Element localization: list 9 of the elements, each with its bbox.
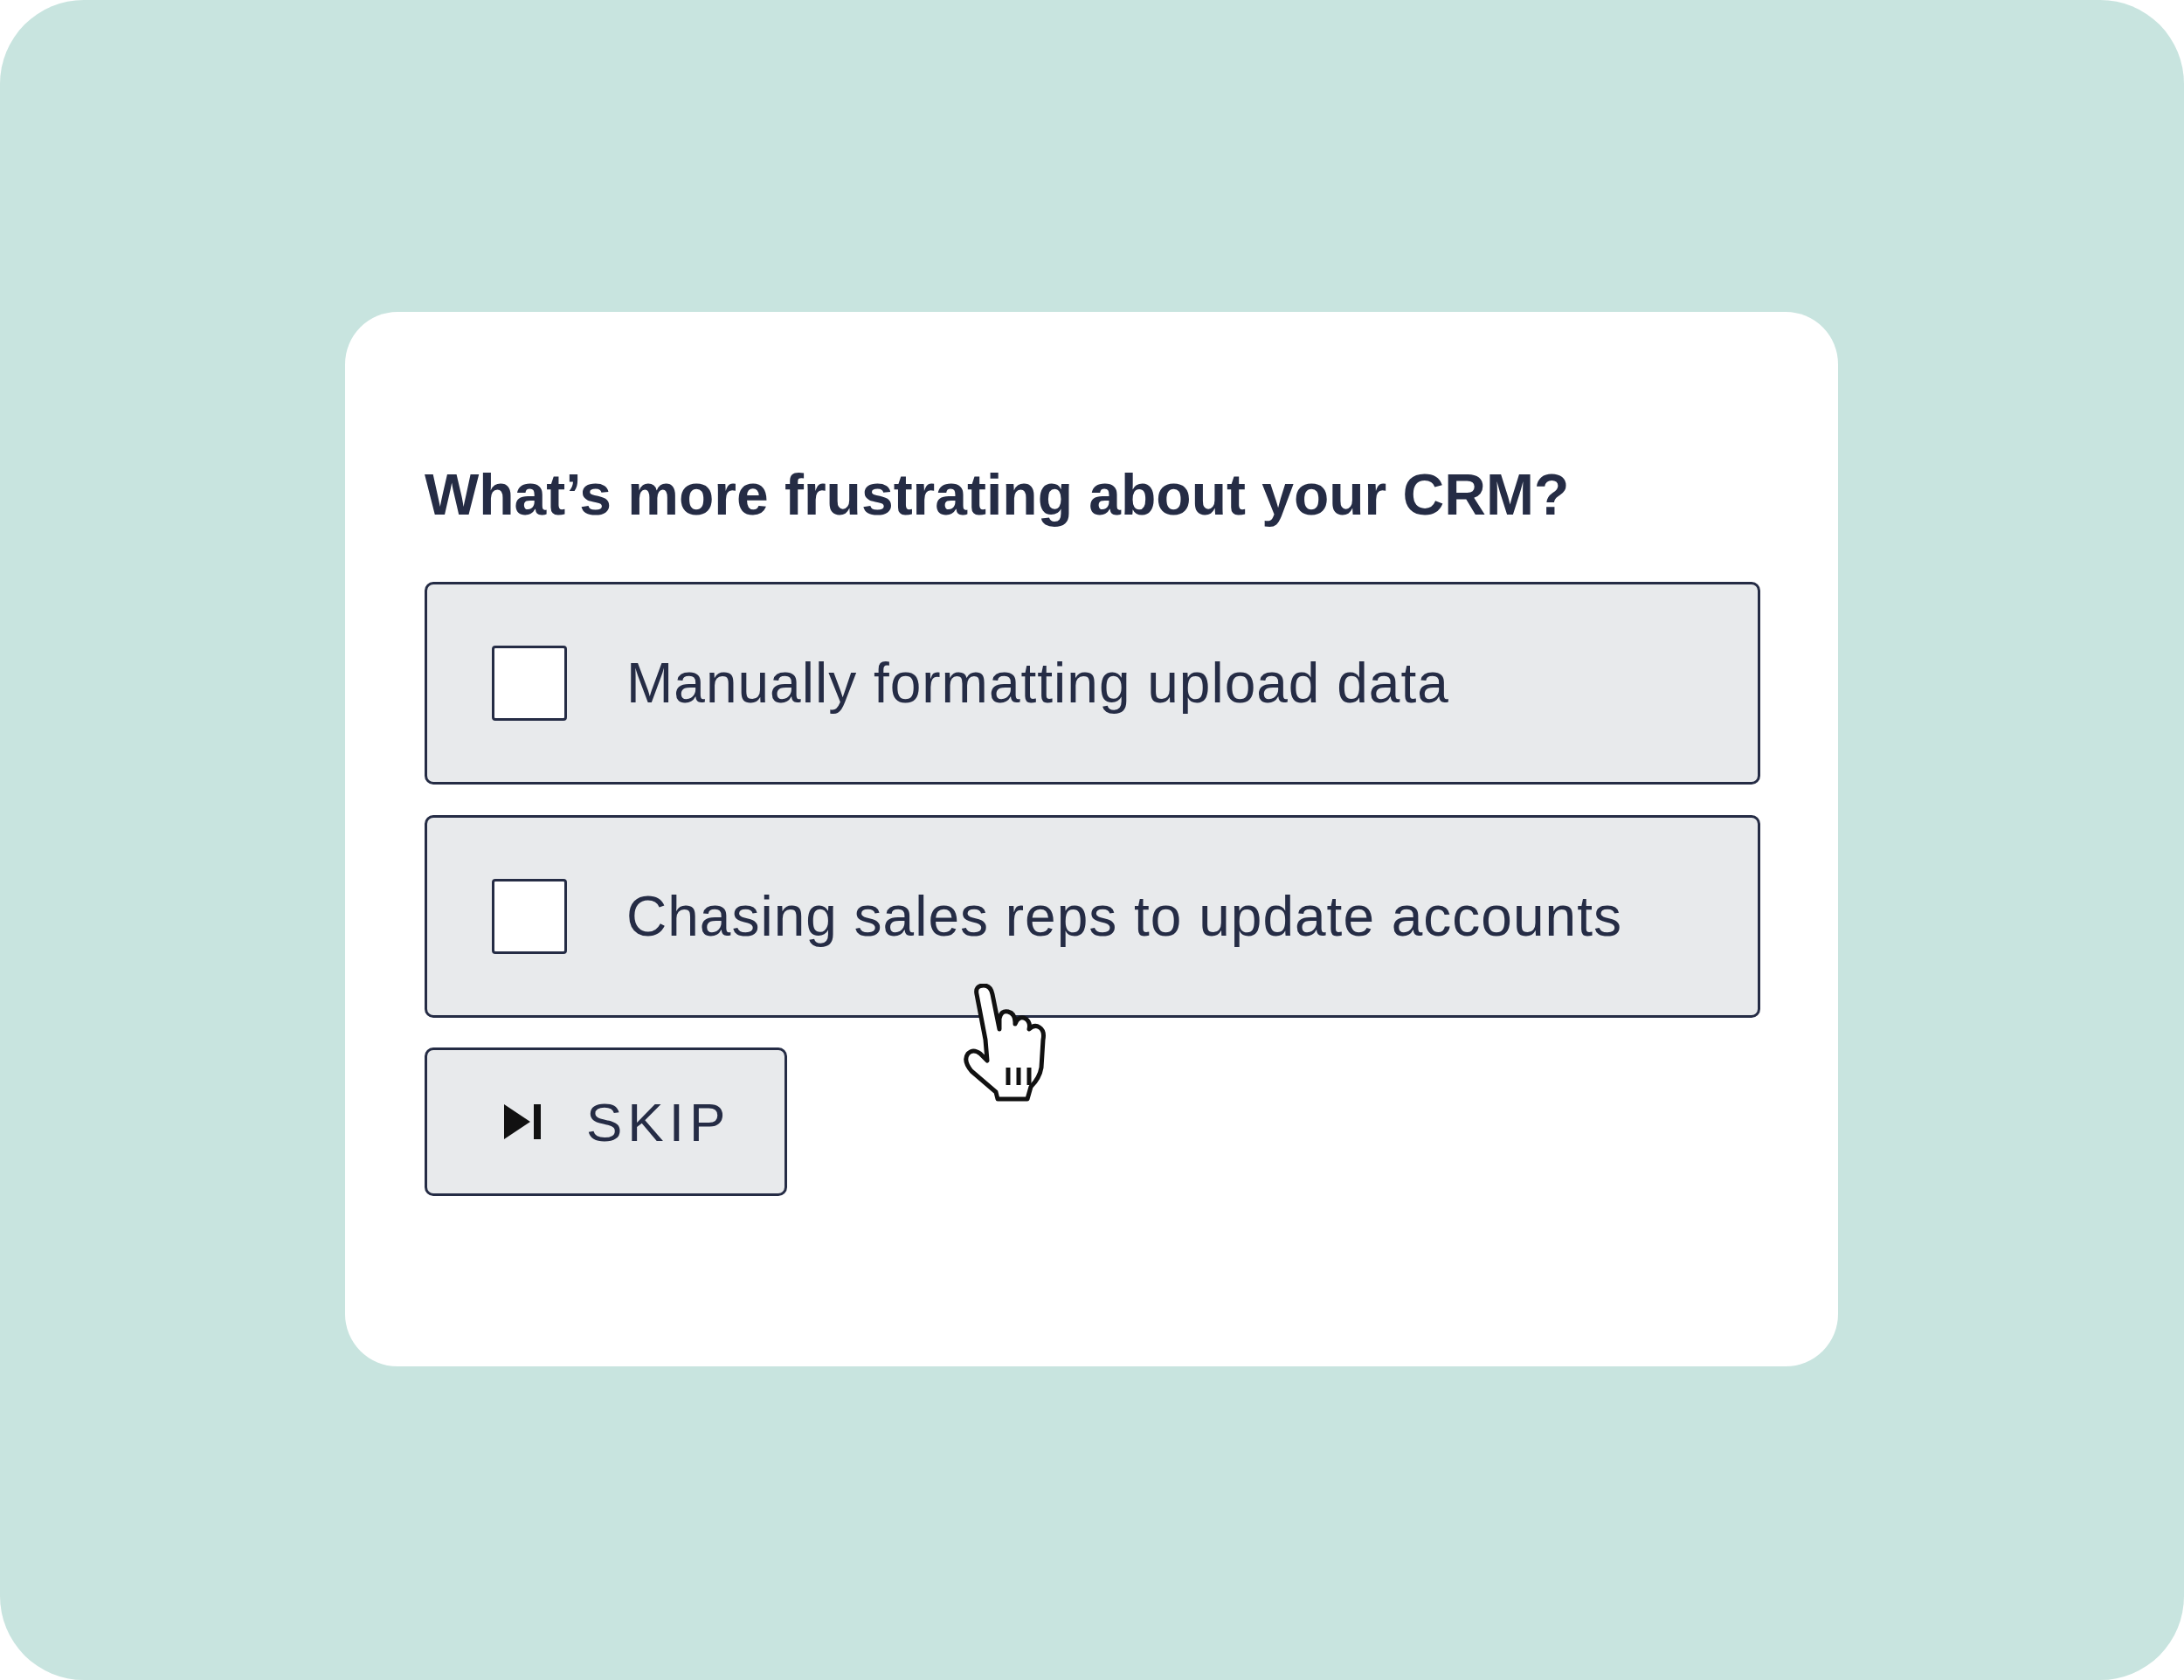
option-card[interactable]: Chasing sales reps to update accounts <box>425 815 1760 1019</box>
skip-icon <box>504 1104 543 1140</box>
skip-button[interactable]: SKIP <box>425 1047 787 1197</box>
checkbox[interactable] <box>492 646 567 722</box>
option-label: Chasing sales reps to update accounts <box>626 884 1622 951</box>
option-card[interactable]: Manually formatting upload data <box>425 582 1760 785</box>
checkbox[interactable] <box>492 879 567 955</box>
option-label: Manually formatting upload data <box>626 651 1449 717</box>
question-title: What’s more frustrating about your CRM? <box>425 461 1571 529</box>
